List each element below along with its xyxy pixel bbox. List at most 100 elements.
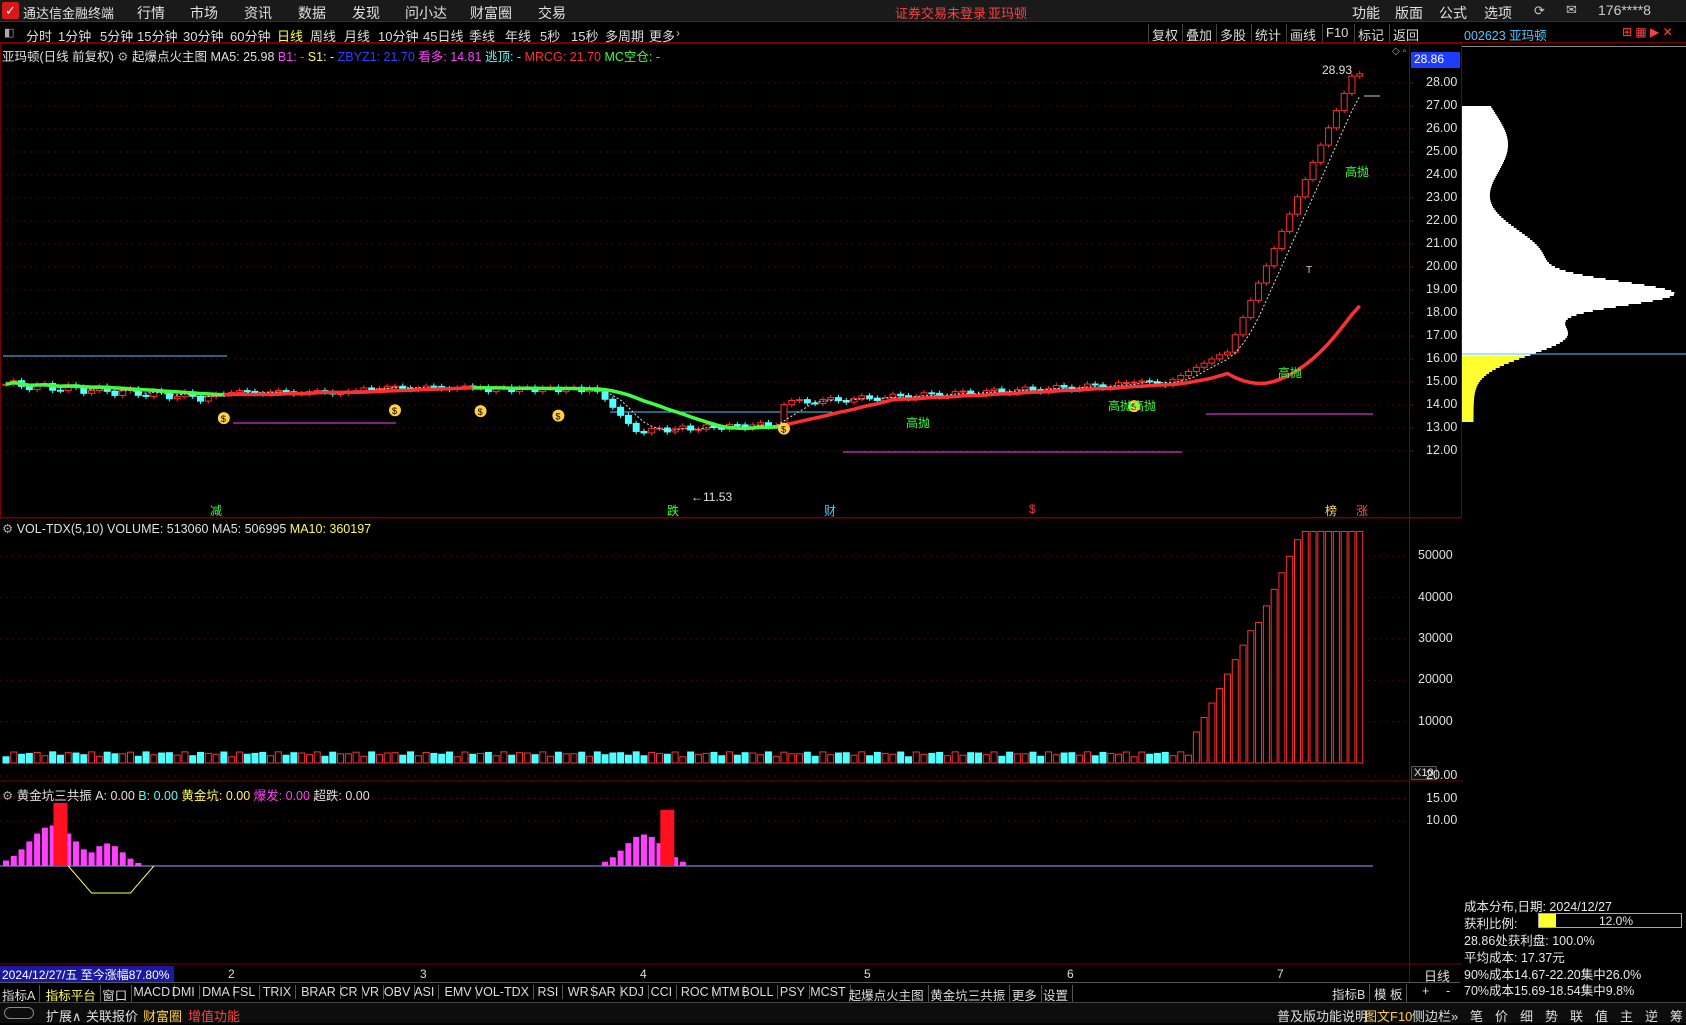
side-toolbar-icons[interactable]: ⊞ ▦ ▶ ✕ <box>1622 25 1673 39</box>
status-sidebar[interactable]: 侧边栏» <box>1412 1006 1458 1025</box>
side-tab-2[interactable]: 细 <box>1520 1006 1533 1025</box>
indicator-tab-12[interactable]: ASI <box>414 985 440 999</box>
gear-icon[interactable]: ⚙ <box>117 50 128 64</box>
volume-bar <box>1286 555 1294 764</box>
toggle-icon[interactable] <box>4 1007 34 1019</box>
indicator-tab-8[interactable]: BRAR <box>301 985 341 999</box>
menu-shichang[interactable]: 市场 <box>190 3 218 23</box>
indicator-tab-18[interactable]: KDJ <box>620 985 649 999</box>
indicator-tab-13[interactable]: EMV <box>445 985 477 999</box>
cost-dist-bar <box>1462 414 1474 416</box>
btn-fanhui[interactable]: 返回 <box>1389 24 1422 43</box>
volume-bar <box>796 753 804 764</box>
indicator-tab-17[interactable]: SAR <box>590 985 621 999</box>
side-tab-5[interactable]: 值 <box>1595 1006 1608 1025</box>
btn-tongji[interactable]: 统计 <box>1251 24 1284 43</box>
price-axis-label: 25.00 <box>1426 144 1458 158</box>
btn-fuquan[interactable]: 复权 <box>1148 24 1181 43</box>
side-stock-code[interactable]: 002623 亚玛顿 <box>1464 25 1547 44</box>
user-account[interactable]: 176****8 <box>1598 2 1651 18</box>
status-caifuquan[interactable]: 财富圈 <box>143 1006 182 1025</box>
menu-jiaoyi[interactable]: 交易 <box>538 3 566 23</box>
vol-name[interactable]: VOL-TDX(5,10) <box>17 522 104 536</box>
volume-bar <box>772 755 780 764</box>
status-help[interactable]: 普及版功能说明 <box>1277 1006 1368 1025</box>
volume-bar <box>850 754 858 764</box>
volume-bar <box>904 756 912 764</box>
side-tab-8[interactable]: 筹 <box>1670 1006 1683 1025</box>
price-axis-label: 26.00 <box>1426 121 1458 135</box>
side-tab-4[interactable]: 联 <box>1570 1006 1583 1025</box>
volume-bar <box>593 751 601 764</box>
menu-zixun[interactable]: 资讯 <box>244 3 272 23</box>
status-f10[interactable]: 图文F10 <box>1364 1006 1412 1025</box>
btn-duogu[interactable]: 多股 <box>1216 24 1249 43</box>
volume-bar <box>1270 588 1278 764</box>
trade-login-notice[interactable]: 证券交易未登录 <box>895 3 986 22</box>
mail-icon[interactable]: ✉ <box>1566 2 1577 18</box>
menu-faxian[interactable]: 发现 <box>352 3 380 23</box>
indicator-tab-19[interactable]: CCI <box>651 985 678 999</box>
volume-bar <box>1013 753 1021 764</box>
indicator-name[interactable]: 起爆点火主图 <box>132 50 207 64</box>
ind-name[interactable]: 黄金坑三共振 <box>17 789 92 803</box>
gear-icon[interactable]: ⚙ <box>2 522 13 536</box>
side-tab-1[interactable]: 价 <box>1495 1006 1508 1025</box>
tab-indicator-b[interactable]: 指标B <box>1332 984 1371 1003</box>
indicator-tab-23[interactable]: PSY <box>780 985 810 999</box>
price-axis-label: 16.00 <box>1426 351 1458 365</box>
side-tab-7[interactable]: 逆 <box>1645 1006 1658 1025</box>
indicator-tab-3[interactable]: MACD <box>133 985 176 999</box>
btn-huaxian[interactable]: 画线 <box>1286 24 1319 43</box>
indicator-tab-11[interactable]: OBV <box>384 985 416 999</box>
indicator-tab-7[interactable]: TRIX <box>263 985 297 999</box>
indicator-tab-6[interactable]: FSL <box>232 985 261 999</box>
side-tab-3[interactable]: 势 <box>1545 1006 1558 1025</box>
menu-hangqing[interactable]: 行情 <box>137 3 165 23</box>
volume-bar <box>484 751 492 764</box>
cost-dist-bar <box>1462 420 1474 422</box>
indicator-tab-10[interactable]: VR <box>362 985 385 999</box>
indicator-tab-22[interactable]: BOLL <box>742 985 779 999</box>
indicator-tab-4[interactable]: DMI <box>172 985 200 999</box>
tab-template[interactable]: 模 板 <box>1374 984 1408 1003</box>
indicator-tab-5[interactable]: DMA <box>202 985 235 999</box>
volume-bar <box>1340 530 1348 764</box>
volume-bar <box>321 755 329 764</box>
volume-bar <box>586 755 593 764</box>
indicator-tab-20[interactable]: ROC <box>681 985 714 999</box>
btn-f10[interactable]: F10 <box>1322 24 1351 42</box>
indicator-tab-24[interactable]: MCST <box>810 985 851 999</box>
side-tab-6[interactable]: 主 <box>1620 1006 1633 1025</box>
indicator-tab-9[interactable]: CR <box>340 985 363 999</box>
menu-wenxiaoda[interactable]: 问小达 <box>405 3 447 23</box>
indicator-tab-21[interactable]: MTM <box>711 985 745 999</box>
menu-gongneng[interactable]: 功能 <box>1352 3 1380 23</box>
stock-title[interactable]: 亚玛顿(日线 前复权) <box>2 50 114 64</box>
gear-icon[interactable]: ⚙ <box>2 789 13 803</box>
refresh-icon[interactable]: ⟳ <box>1534 3 1545 19</box>
indicator-tab-14[interactable]: VOL-TDX <box>475 985 534 999</box>
btn-biaoji[interactable]: 标记 <box>1354 24 1387 43</box>
cost-dist-bar <box>1462 146 1508 148</box>
status-expand[interactable]: 扩展∧ <box>46 1006 82 1025</box>
chevron-right-icon[interactable]: › <box>676 26 680 40</box>
volume-bar <box>617 752 625 764</box>
side-tab-0[interactable]: 笔 <box>1470 1006 1483 1025</box>
zoom-in-button[interactable]: + <box>1422 984 1433 998</box>
menu-banmian[interactable]: 版面 <box>1395 3 1423 23</box>
menu-xuanxiang[interactable]: 选项 <box>1484 3 1512 23</box>
menu-gongshi[interactable]: 公式 <box>1439 3 1467 23</box>
cost-dist-bar <box>1462 154 1507 156</box>
volume-bar <box>1153 752 1161 764</box>
menu-shuju[interactable]: 数据 <box>298 3 326 23</box>
menu-caifuquan[interactable]: 财富圈 <box>470 3 512 23</box>
pane-controls-icon[interactable]: ◇ ▫ <box>1392 46 1406 57</box>
btn-diejia[interactable]: 叠加 <box>1182 24 1215 43</box>
zoom-out-button[interactable]: - <box>1446 984 1454 998</box>
cost-dist-bar <box>1462 304 1629 306</box>
status-related-quote[interactable]: 关联报价 <box>86 1006 138 1025</box>
indicator-tab-15[interactable]: RSI <box>538 985 564 999</box>
status-value-added[interactable]: 增值功能 <box>188 1006 240 1025</box>
collapse-icon[interactable]: ◧ <box>4 26 14 39</box>
